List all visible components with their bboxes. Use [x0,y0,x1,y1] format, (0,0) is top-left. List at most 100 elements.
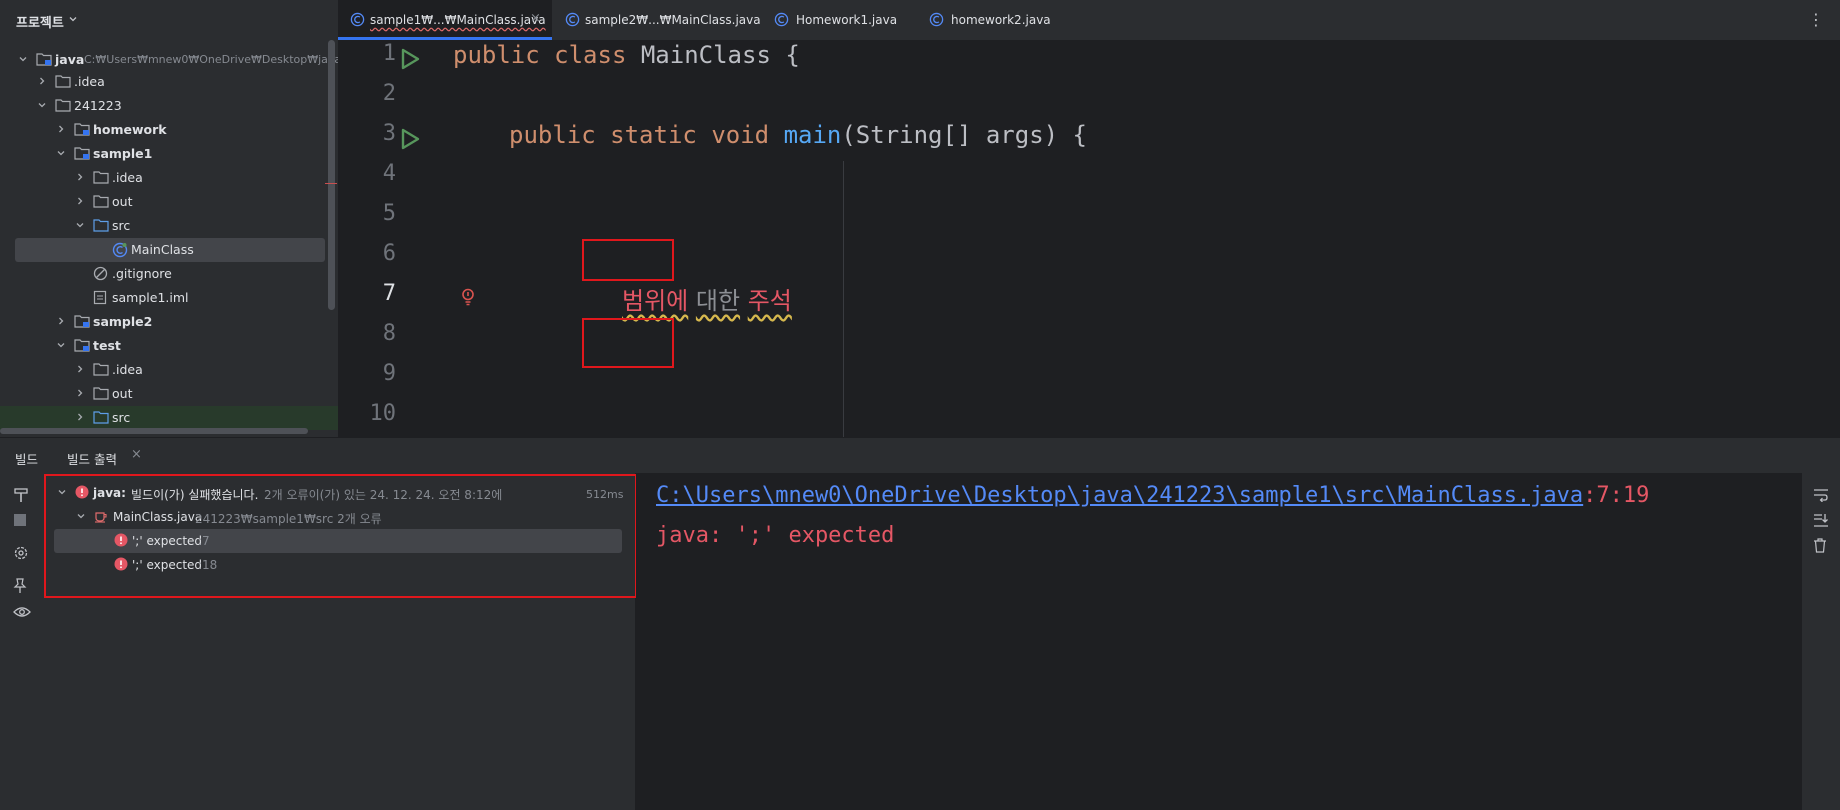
tab-homework1[interactable]: Homework1.java [768,0,920,40]
chevron-right-icon[interactable] [56,124,66,134]
editor-tab-bar: sample1₩...₩MainClass.java × sample2₩...… [338,0,1840,41]
output-location: :7:19 [1583,483,1650,508]
tree-item-241223[interactable]: 241223 [0,94,338,118]
tree-item-src[interactable]: src [0,214,338,238]
tree-item-sample1-iml[interactable]: sample1.iml [0,286,338,310]
java-class-icon [112,242,128,258]
project-horizontal-scrollbar[interactable] [0,428,308,434]
line-number: 10 [369,401,397,426]
chevron-right-icon[interactable] [75,388,85,398]
tree-item-mainclass[interactable]: MainClass [15,238,325,262]
line-number: 8 [382,321,396,346]
tab-label: Homework1.java [796,13,898,27]
module-folder-icon [74,146,90,160]
lightbulb-icon[interactable] [461,288,475,306]
tree-item-label: .idea [112,170,143,185]
tree-item-sample2[interactable]: sample2 [0,310,338,334]
scroll-to-end-icon[interactable] [1813,513,1829,527]
build-title[interactable]: 빌드 [15,449,38,468]
trash-icon[interactable] [1813,538,1827,553]
chevron-right-icon[interactable] [75,412,85,422]
tree-item-label: 241223 [74,98,122,113]
chevron-down-icon[interactable] [56,340,66,350]
chevron-down-icon[interactable] [68,14,78,24]
close-icon[interactable]: × [131,447,142,462]
java-class-icon [565,12,580,27]
chevron-right-icon[interactable] [37,76,47,86]
build-toolwindow-header: 빌드 빌드 출력 × [0,437,1840,474]
keyword-public: public [509,121,596,149]
hammer-icon[interactable] [13,487,29,503]
tree-item-gitignore[interactable]: .gitignore [0,262,338,286]
tree-item-sample1[interactable]: sample1 [0,142,338,166]
more-vertical-icon[interactable]: ⋮ [1808,10,1824,29]
chevron-right-icon[interactable] [56,316,66,326]
line-number: 3 [382,121,396,146]
eye-icon[interactable] [13,605,31,619]
tree-item-homework[interactable]: homework [0,118,338,142]
keyword-static: static [610,121,697,149]
tree-item-idea[interactable]: .idea [0,70,338,94]
tree-item-out[interactable]: out [0,190,338,214]
code-editor[interactable]: ● 3 ▲ 5 ⌃ ⌄ 1 2 3 4 5 6 7 8 9 10 public … [338,41,1840,437]
source-folder-icon [93,410,109,424]
chevron-down-icon[interactable] [56,148,66,158]
indent-guide [843,161,844,437]
project-title[interactable]: 프로젝트 [16,12,64,31]
tree-item-java[interactable]: java C:₩Users₩mnew0₩OneDrive₩Desktop₩jav… [0,48,338,72]
chevron-down-icon[interactable] [37,100,47,110]
chevron-right-icon[interactable] [75,172,85,182]
chevron-down-icon[interactable] [18,54,28,64]
comment-word: 대한 [695,287,741,315]
build-output-console[interactable]: C:\Users\mnew0\OneDrive\Desktop\java\241… [636,473,1802,810]
tree-item-label: MainClass [131,242,194,257]
tree-item-idea[interactable]: .idea [0,358,338,382]
tab-label: sample2₩...₩MainClass.java [585,13,761,27]
chevron-right-icon[interactable] [75,196,85,206]
chevron-right-icon[interactable] [75,364,85,374]
output-line-2: java: ';' expected [656,523,894,548]
tree-item-label: sample1 [93,146,153,161]
source-folder-icon [93,218,109,232]
tab-homework2[interactable]: homework2.java [921,0,1081,40]
gear-icon[interactable] [13,545,29,561]
tree-item-out[interactable]: out [0,382,338,406]
tree-item-label: java [55,52,85,67]
folder-icon [55,98,71,112]
run-icon[interactable] [398,47,422,71]
tab-sample1-mainclass[interactable]: sample1₩...₩MainClass.java × [338,0,552,40]
module-folder-icon [74,338,90,352]
run-icon[interactable] [398,127,422,151]
java-class-icon [350,12,365,27]
stop-icon[interactable] [13,513,27,527]
code-line-1: public class MainClass { [453,41,800,69]
tree-item-test[interactable]: test [0,334,338,358]
tree-item-idea[interactable]: .idea [0,166,338,190]
project-panel: 프로젝트 java C:₩Users₩mnew0₩OneDrive₩Deskto… [0,0,338,437]
tree-item-label: .idea [112,362,143,377]
keyword-public: public [453,41,540,69]
output-file-link[interactable]: C:\Users\mnew0\OneDrive\Desktop\java\241… [656,483,1583,508]
folder-icon [93,170,109,184]
project-header: 프로젝트 [0,0,338,40]
line-number: 6 [382,241,396,266]
tab-sample2-mainclass[interactable]: sample2₩...₩MainClass.java [553,0,767,40]
folder-icon [93,386,109,400]
tree-item-label: test [93,338,121,353]
tab-build-output[interactable]: 빌드 출력 [67,449,117,468]
tree-item-src[interactable]: src [0,406,338,430]
tab-label: sample1₩...₩MainClass.java [370,13,546,27]
project-scrollbar[interactable] [328,40,335,310]
keyword-void: void [711,121,770,149]
soft-wrap-icon[interactable] [1813,488,1829,502]
method-name: main [783,121,842,149]
ignore-file-icon [93,266,108,281]
method-params: (String[] args) { [841,121,1087,149]
tab-close-icon[interactable]: × [530,11,541,26]
pin-icon[interactable] [13,578,27,594]
tree-item-label: sample2 [93,314,153,329]
highlight-box [44,474,637,598]
highlight-box [582,239,674,281]
chevron-down-icon[interactable] [75,220,85,230]
comment-word: 범위에 [622,287,689,315]
